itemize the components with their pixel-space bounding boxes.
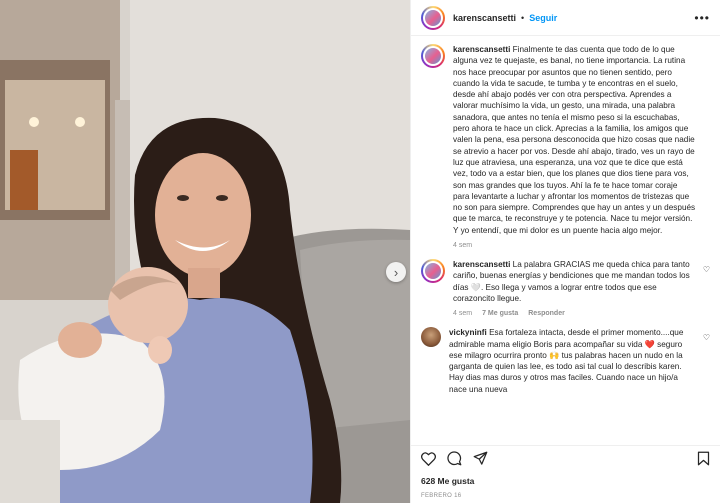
comment-avatar[interactable]: [421, 259, 445, 284]
comment-item: vickyninfi Esa fortaleza intacta, desde …: [421, 327, 710, 395]
heart-icon[interactable]: [421, 451, 436, 466]
comments-section[interactable]: karenscansetti Finalmente te das cuenta …: [411, 36, 720, 445]
next-image-button[interactable]: ›: [386, 262, 406, 282]
comment-text-block: karenscansetti La palabra GRACIAS me que…: [453, 259, 696, 304]
action-bar: [411, 445, 720, 471]
comment-text-block: vickyninfi Esa fortaleza intacta, desde …: [449, 327, 696, 395]
author-avatar[interactable]: [421, 5, 445, 30]
comment-icon[interactable]: [447, 451, 462, 466]
photo-illustration: [0, 0, 410, 503]
comment-avatar[interactable]: [421, 327, 441, 348]
chevron-right-icon: ›: [393, 264, 399, 280]
comment-like-heart-icon[interactable]: ♡: [703, 265, 710, 274]
reply-button[interactable]: Responder: [528, 310, 565, 317]
share-icon[interactable]: [473, 451, 488, 466]
post-photo[interactable]: ›: [0, 0, 410, 503]
caption-time[interactable]: 4 sem: [453, 242, 472, 249]
likes-count[interactable]: 628 Me gusta: [421, 476, 474, 486]
comment-item: karenscansetti La palabra GRACIAS me que…: [421, 259, 710, 317]
caption-avatar[interactable]: [421, 44, 445, 68]
comment-likes[interactable]: 7 Me gusta: [482, 310, 518, 317]
author-username[interactable]: karenscansetti: [453, 13, 516, 23]
comment-username[interactable]: karenscansetti: [453, 260, 510, 269]
comment-time[interactable]: 4 sem: [453, 310, 472, 317]
comment-username[interactable]: vickyninfi: [449, 328, 487, 337]
header-separator: •: [521, 12, 525, 23]
caption-text-block: karenscansetti Finalmente te das cuenta …: [453, 44, 696, 236]
bookmark-icon[interactable]: [697, 451, 710, 466]
post-date[interactable]: FEBRERO 16: [421, 493, 461, 499]
follow-button[interactable]: Seguir: [529, 13, 557, 23]
post-header: karenscansetti • Seguir •••: [411, 0, 720, 36]
caption-username[interactable]: karenscansetti: [453, 45, 510, 54]
post-sidebar: karenscansetti • Seguir ••• karenscanset…: [410, 0, 720, 503]
more-horizontal-icon[interactable]: •••: [694, 11, 710, 25]
instagram-post: › karenscansetti • Seguir ••• karenscans…: [0, 0, 720, 503]
comment-meta: 4 sem 7 Me gusta Responder: [453, 310, 696, 317]
comment-text: Esa fortaleza intacta, desde el primer m…: [449, 328, 684, 394]
comment-like-heart-icon[interactable]: ♡: [703, 333, 710, 342]
caption-text: Finalmente te das cuenta que todo de lo …: [453, 45, 696, 235]
caption: karenscansetti Finalmente te das cuenta …: [421, 44, 710, 249]
caption-meta: 4 sem: [453, 242, 696, 249]
